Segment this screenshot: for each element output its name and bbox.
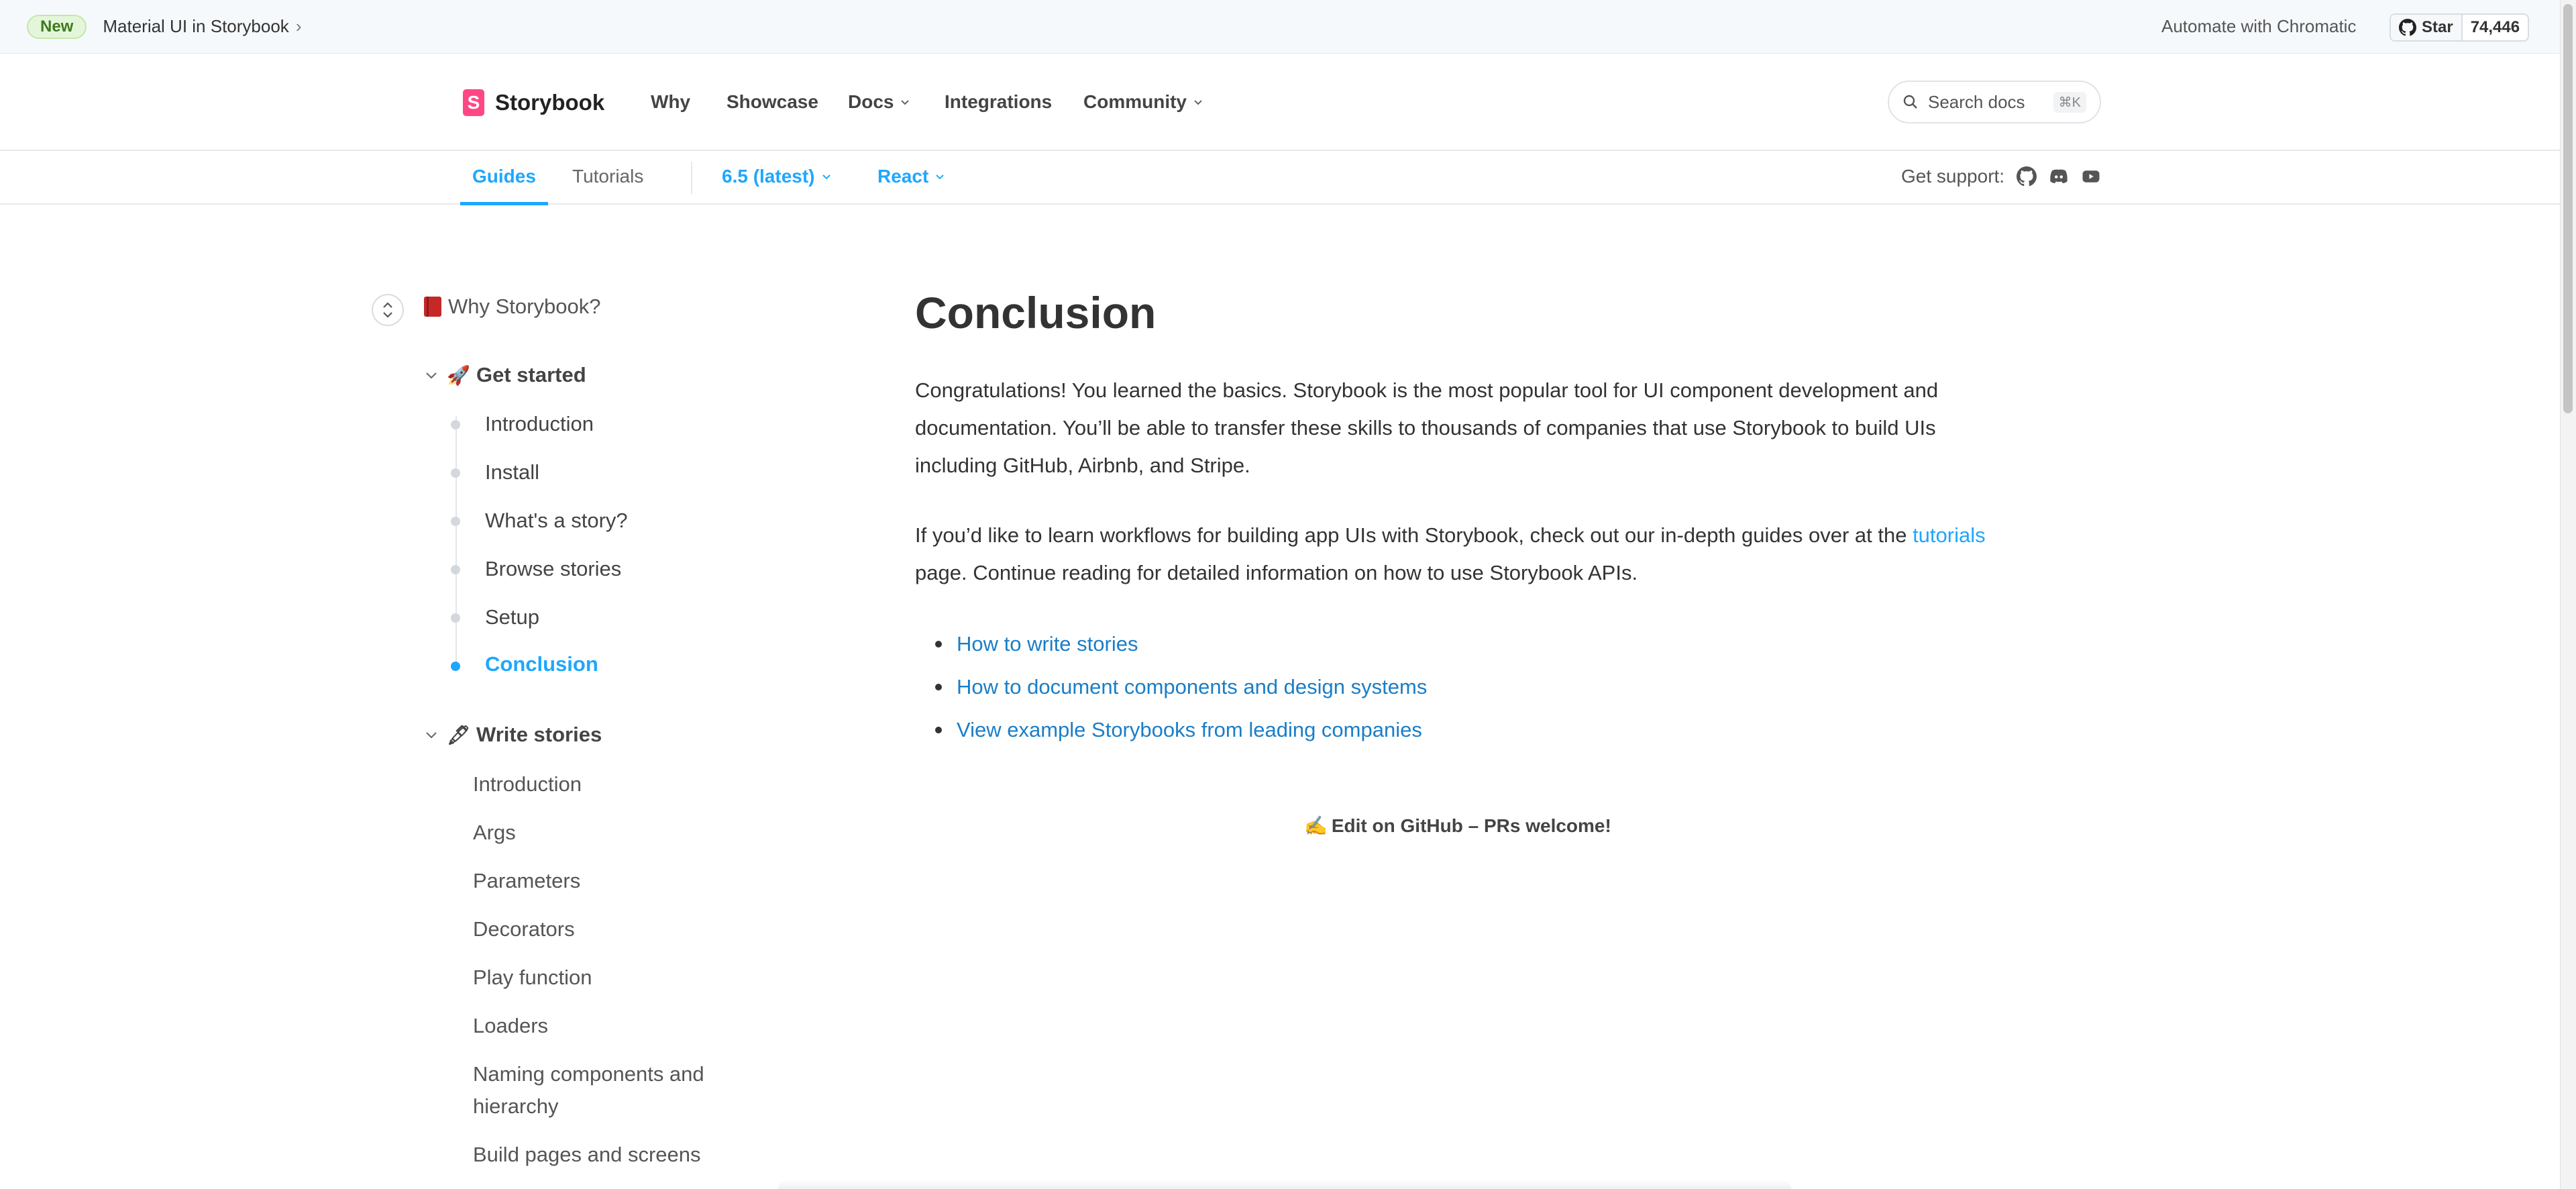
github-star-button[interactable]: Star 74,446: [2390, 13, 2530, 42]
logo-text: Storybook: [495, 90, 605, 115]
github-icon[interactable]: [2017, 166, 2037, 187]
main-nav: S Storybook Why Showcase Docs Integratio…: [0, 54, 2560, 151]
announcement-link[interactable]: Material UI in Storybook ›: [103, 16, 301, 37]
framework-label: React: [877, 166, 929, 187]
next-steps-list: How to write stories How to document com…: [935, 623, 1427, 752]
sidebar-item-naming-components[interactable]: Naming components and hierarchy: [473, 1058, 735, 1123]
nav-docs-label: Docs: [848, 91, 894, 112]
sidebar-item-introduction[interactable]: Introduction: [485, 412, 594, 436]
sidebar-bullet: [451, 613, 460, 623]
star-label: Star: [2422, 18, 2453, 36]
search-shortcut: ⌘K: [2053, 91, 2086, 113]
github-icon: [2399, 19, 2416, 36]
nav-docs[interactable]: Docs: [848, 91, 910, 113]
sidebar-item-browse-stories[interactable]: Browse stories: [485, 557, 621, 581]
sidebar-bullet-active: [451, 662, 460, 671]
edit-on-github-link[interactable]: ✍️ Edit on GitHub – PRs welcome!: [1304, 815, 1611, 837]
github-star-left: Star: [2391, 15, 2463, 40]
sidebar-item-parameters[interactable]: Parameters: [473, 865, 755, 897]
sidebar-item-ws-introduction[interactable]: Introduction: [473, 768, 755, 800]
tab-guides[interactable]: Guides: [460, 166, 548, 205]
search-placeholder: Search docs: [1928, 91, 2025, 112]
sidebar-group-label: Get started: [476, 363, 586, 386]
writing-hand-icon: ✍️: [1304, 815, 1328, 836]
page-title: Conclusion: [915, 288, 1157, 338]
tab-tutorials[interactable]: Tutorials: [572, 166, 643, 187]
sidebar-group-get-started[interactable]: 🚀 Get started: [424, 363, 586, 387]
tutorials-link[interactable]: tutorials: [1913, 523, 1986, 547]
sidebar-bullet: [451, 420, 460, 429]
sidebar-item-install[interactable]: Install: [485, 460, 539, 484]
collapse-sidebar-button[interactable]: [372, 294, 404, 326]
sidebar-item-build-pages[interactable]: Build pages and screens: [473, 1139, 755, 1171]
sidebar-item-setup[interactable]: Setup: [485, 605, 539, 629]
para-text: page. Continue reading for detailed info…: [915, 561, 1638, 584]
chevron-down-icon: [936, 174, 944, 180]
support-label: Get support:: [1901, 166, 2005, 187]
how-to-document-link[interactable]: How to document components and design sy…: [957, 666, 1427, 709]
floating-panel-edge: [778, 1180, 1791, 1189]
subnav-divider: [691, 162, 692, 194]
search-icon: [1903, 95, 1917, 109]
sidebar-item-args[interactable]: Args: [473, 817, 755, 849]
announcement-bar: New Material UI in Storybook › Automate …: [0, 0, 2560, 54]
version-label: 6.5 (latest): [722, 166, 815, 187]
list-item: How to document components and design sy…: [935, 666, 1427, 709]
sidebar-item-decorators[interactable]: Decorators: [473, 913, 755, 945]
version-select[interactable]: 6.5 (latest): [722, 166, 831, 187]
sidebar-guide-line: [455, 416, 457, 667]
sidebar-item-loaders[interactable]: Loaders: [473, 1010, 755, 1042]
chevron-down-icon: [1194, 100, 1202, 105]
discord-icon[interactable]: [2049, 166, 2069, 187]
sidebar-item-why-storybook[interactable]: Why Storybook?: [424, 295, 600, 319]
list-item: How to write stories: [935, 623, 1427, 666]
star-count: 74,446: [2470, 18, 2520, 36]
storybook-logo[interactable]: S Storybook: [463, 89, 604, 116]
search-input[interactable]: Search docs ⌘K: [1888, 81, 2101, 123]
storybook-logo-icon: S: [463, 89, 484, 116]
how-to-write-stories-link[interactable]: How to write stories: [957, 623, 1138, 666]
automate-chromatic-link[interactable]: Automate with Chromatic: [2161, 16, 2356, 37]
youtube-icon[interactable]: [2081, 166, 2101, 187]
edit-link-text: Edit on GitHub – PRs welcome!: [1331, 815, 1611, 836]
intro-paragraph: Congratulations! You learned the basics.…: [915, 378, 1939, 477]
nav-community-label: Community: [1083, 91, 1187, 112]
new-badge: New: [27, 14, 87, 39]
sidebar-item-conclusion[interactable]: Conclusion: [485, 652, 598, 676]
sidebar-group-label: Write stories: [476, 723, 602, 746]
chevron-right-icon: ›: [295, 16, 302, 36]
para-text: If you’d like to learn workflows for bui…: [915, 523, 1913, 547]
example-storybooks-link[interactable]: View example Storybooks from leading com…: [957, 709, 1422, 752]
sidebar-bullet: [451, 565, 460, 574]
framework-select[interactable]: React: [877, 166, 945, 187]
nav-integrations-label: Integrations: [945, 91, 1053, 112]
sidebar-bullet: [451, 517, 460, 526]
announcement-link-text: Material UI in Storybook: [103, 16, 289, 36]
nav-community[interactable]: Community: [1083, 91, 1203, 113]
expand-collapse-icon: [383, 302, 392, 318]
chevron-down-icon: [426, 372, 437, 379]
sidebar-item-whats-a-story[interactable]: What's a story?: [485, 509, 628, 533]
sidebar-item-label: Why Storybook?: [448, 295, 601, 318]
nav-why-label: Why: [651, 91, 691, 112]
sidebar-group-write-stories[interactable]: 🖋 Write stories: [424, 723, 602, 747]
get-support: Get support:: [1901, 166, 2101, 187]
chevron-down-icon: [901, 100, 910, 105]
tutorials-paragraph: If you’d like to learn workflows for bui…: [915, 517, 2002, 592]
book-icon: [424, 297, 441, 317]
list-item: View example Storybooks from leading com…: [935, 709, 1427, 752]
sidebar-item-play-function[interactable]: Play function: [473, 962, 755, 994]
sidebar-bullet: [451, 468, 460, 478]
page-scrollbar[interactable]: [2560, 0, 2576, 1189]
nav-integrations[interactable]: Integrations: [945, 91, 1052, 113]
pen-icon: 🖋: [447, 724, 471, 745]
chevron-down-icon: [426, 732, 437, 739]
nav-why[interactable]: Why: [651, 91, 690, 113]
nav-showcase[interactable]: Showcase: [727, 91, 818, 113]
rocket-icon: 🚀: [447, 364, 470, 386]
chevron-down-icon: [822, 174, 830, 180]
scrollbar-thumb[interactable]: [2563, 4, 2573, 413]
nav-showcase-label: Showcase: [727, 91, 818, 112]
sub-nav: Guides Tutorials 6.5 (latest) React Get …: [0, 151, 2560, 205]
